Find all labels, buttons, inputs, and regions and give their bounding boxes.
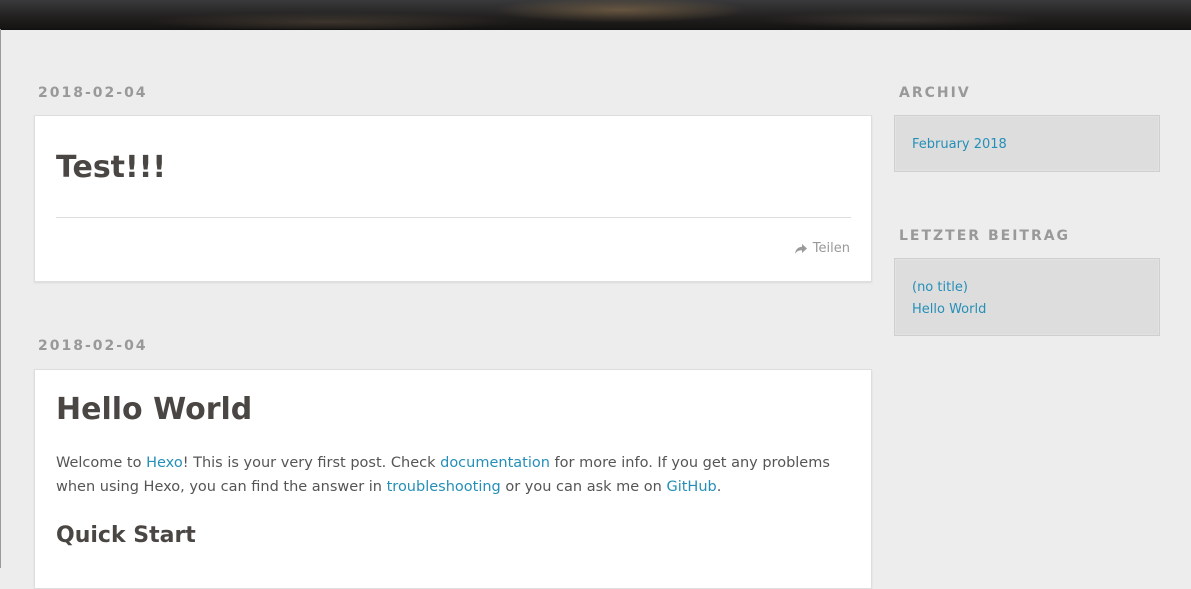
- troubleshooting-link[interactable]: troubleshooting: [387, 479, 501, 495]
- post-intro-paragraph: Welcome to Hexo! This is your very first…: [56, 451, 846, 499]
- recent-post-item[interactable]: (no title): [912, 277, 1142, 299]
- recent-posts-widget-title: LETZTER BEITRAG: [899, 228, 1071, 244]
- post-date[interactable]: 2018-02-04: [38, 338, 148, 354]
- post-title[interactable]: Test!!!: [56, 150, 166, 185]
- page-edge: [0, 29, 1, 568]
- share-button[interactable]: Teilen: [794, 241, 850, 256]
- quick-start-heading: Quick Start: [56, 523, 196, 548]
- intro-text: Welcome to: [56, 455, 147, 471]
- archive-widget-title: ARCHIV: [899, 85, 971, 101]
- share-arrow-icon: [794, 243, 808, 255]
- intro-text: or you can ask me on: [500, 479, 667, 495]
- post-title[interactable]: Hello World: [56, 392, 252, 427]
- share-label: Teilen: [812, 241, 850, 256]
- archive-item[interactable]: February 2018: [912, 134, 1142, 156]
- intro-text: .: [716, 479, 722, 495]
- post-card-test: Test!!! Teilen: [34, 115, 872, 282]
- header-banner: [0, 0, 1191, 30]
- documentation-link[interactable]: documentation: [440, 455, 550, 471]
- archive-widget: February 2018: [894, 115, 1160, 172]
- recent-post-item[interactable]: Hello World: [912, 299, 1142, 321]
- github-link[interactable]: GitHub: [666, 479, 716, 495]
- recent-posts-widget: (no title) Hello World: [894, 258, 1160, 336]
- intro-text: ! This is your very first post. Check: [182, 455, 441, 471]
- post-card-hello-world: Hello World Welcome to Hexo! This is you…: [34, 369, 872, 589]
- hexo-link[interactable]: Hexo: [146, 455, 183, 471]
- post-date[interactable]: 2018-02-04: [38, 85, 148, 101]
- post-divider: [56, 217, 851, 218]
